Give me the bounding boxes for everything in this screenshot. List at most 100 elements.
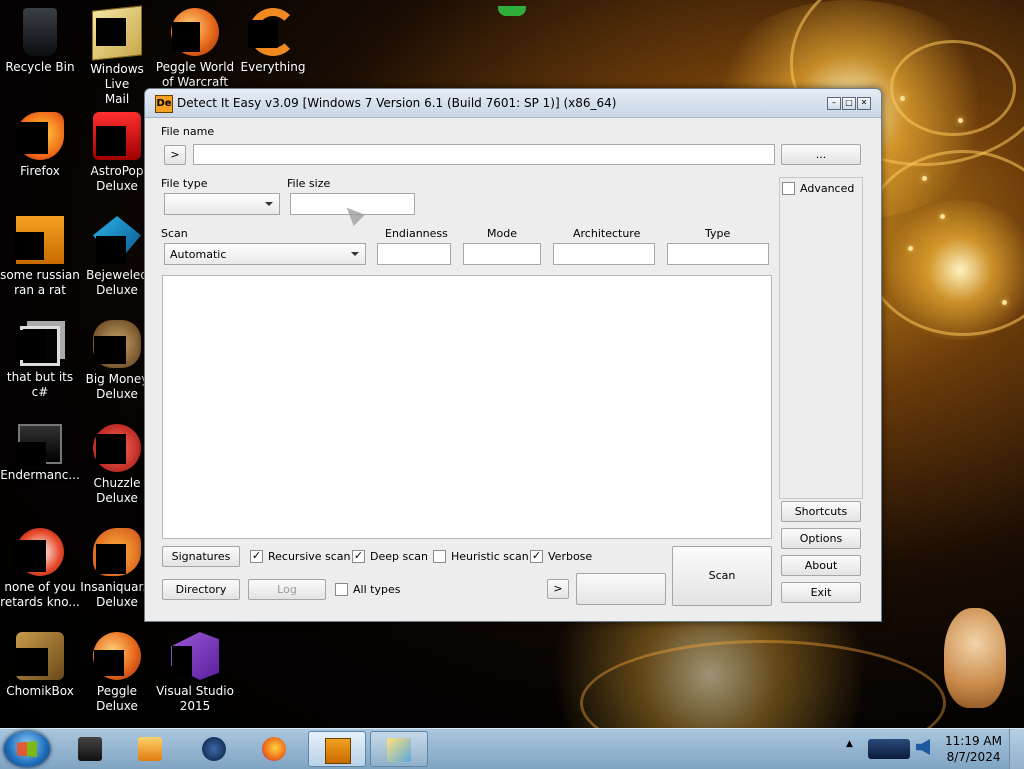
redaction: [16, 442, 46, 466]
mode-field: [463, 243, 541, 265]
architecture-field: [553, 243, 655, 265]
network-icon[interactable]: [868, 739, 910, 759]
window-title: Detect It Easy v3.09 [Windows 7 Version …: [177, 96, 617, 110]
redaction: [14, 232, 44, 260]
verbose-label: Verbose: [548, 550, 593, 563]
notepad-icon: [387, 738, 411, 762]
exit-button[interactable]: Exit: [781, 582, 861, 603]
shortcuts-button[interactable]: Shortcuts: [781, 501, 861, 522]
show-desktop-button[interactable]: [1009, 729, 1024, 769]
log-button[interactable]: Log: [248, 579, 326, 600]
redaction: [96, 434, 126, 464]
checkmark-icon: ✓: [352, 549, 365, 563]
firefox-icon: [262, 737, 286, 761]
desktop-icon-label: Recycle Bin: [5, 60, 75, 74]
redaction: [16, 122, 48, 154]
detect-it-easy-window: De Detect It Easy v3.09 [Windows 7 Versi…: [144, 88, 882, 622]
all-types-checkbox[interactable]: All types: [335, 583, 400, 596]
results-panel[interactable]: [162, 275, 772, 539]
desktop-icon-label: Endermanc...: [0, 468, 80, 482]
volume-icon[interactable]: [916, 739, 930, 755]
recursive-scan-label: Recursive scan: [268, 550, 351, 563]
file-size-label: File size: [287, 177, 331, 190]
redaction: [96, 236, 126, 264]
taskbar-item-computer[interactable]: [62, 731, 118, 767]
architecture-label: Architecture: [573, 227, 641, 240]
recursive-scan-checkbox[interactable]: ✓ Recursive scan: [250, 550, 351, 563]
verbose-checkbox[interactable]: ✓ Verbose: [530, 550, 592, 563]
clock-date: 8/7/2024: [946, 750, 1001, 764]
taskbar-item-media-player[interactable]: [122, 731, 178, 767]
redaction: [16, 330, 46, 360]
windows-logo-icon: [17, 741, 37, 757]
maximize-button[interactable]: □: [842, 97, 856, 110]
signatures-button[interactable]: Signatures: [162, 546, 240, 567]
close-button[interactable]: ✕: [857, 97, 871, 110]
desktop-icon-recycle-bin[interactable]: Recycle Bin: [0, 2, 80, 75]
redaction: [14, 540, 46, 572]
endianness-field: [377, 243, 451, 265]
desktop-icon-label: some russian ran a rat: [0, 268, 80, 297]
desktop-icon-label: ChomikBox: [6, 684, 74, 698]
type-label: Type: [705, 227, 731, 240]
file-type-select[interactable]: [164, 193, 280, 215]
redaction: [94, 650, 124, 676]
browse-button[interactable]: ...: [781, 144, 861, 165]
checkmark-icon: ✓: [250, 549, 263, 563]
options-button[interactable]: Options: [781, 528, 861, 549]
scan-mode-value: Automatic: [170, 248, 227, 261]
desktop-icon-label: Firefox: [20, 164, 60, 178]
advanced-panel: Advanced: [779, 177, 863, 499]
desktop-icon-label: Everything: [240, 60, 306, 74]
clock-time: 11:19 AM: [945, 734, 1002, 748]
heuristic-scan-checkbox[interactable]: Heuristic scan: [433, 550, 529, 563]
computer-icon: [78, 737, 102, 761]
checkmark-icon: ✓: [530, 549, 543, 563]
scan-label: Scan: [161, 227, 188, 240]
desktop-icon-visual-studio[interactable]: Visual Studio 2015: [155, 626, 235, 714]
media-player-icon: [138, 737, 162, 761]
window-controls: – □ ✕: [827, 97, 871, 110]
all-types-label: All types: [353, 583, 401, 596]
progress-field: [576, 573, 666, 605]
recycle-bin-icon: [23, 8, 57, 56]
checkbox-icon: [782, 182, 795, 195]
file-name-label: File name: [161, 125, 215, 138]
redaction: [96, 544, 126, 574]
file-name-input[interactable]: [193, 144, 775, 165]
deep-scan-label: Deep scan: [370, 550, 428, 563]
redaction: [96, 18, 126, 46]
scan-button[interactable]: Scan: [672, 546, 772, 606]
next-button[interactable]: >: [547, 579, 569, 599]
taskbar-item-firefox[interactable]: [246, 731, 302, 767]
clock[interactable]: 11:19 AM 8/7/2024: [945, 733, 1002, 765]
start-button[interactable]: [4, 731, 50, 767]
redaction: [172, 646, 192, 676]
redaction: [96, 126, 126, 156]
tray-overflow-arrow[interactable]: ▲: [846, 739, 853, 749]
detect-it-easy-icon: De: [155, 95, 173, 113]
minimize-button[interactable]: –: [827, 97, 841, 110]
indicator-dots: [498, 6, 526, 16]
taskbar-item-app[interactable]: [186, 731, 242, 767]
hamster-sticker: [944, 608, 1006, 708]
chevron-down-icon: [351, 252, 359, 256]
scan-mode-select[interactable]: Automatic: [164, 243, 366, 265]
deep-scan-checkbox[interactable]: ✓ Deep scan: [352, 550, 428, 563]
checkbox-icon: [433, 550, 446, 563]
title-bar[interactable]: De Detect It Easy v3.09 [Windows 7 Versi…: [145, 89, 881, 118]
taskbar-item-notepad[interactable]: [370, 731, 428, 767]
desktop-icon-label: Visual Studio 2015: [156, 684, 234, 713]
taskbar-item-detect-it-easy[interactable]: [308, 731, 366, 767]
desktop-icon-label: none of you retards kno...: [0, 580, 80, 609]
directory-button[interactable]: Directory: [162, 579, 240, 600]
checkbox-icon: [335, 583, 348, 596]
redaction: [14, 648, 48, 676]
recent-files-button[interactable]: >: [164, 145, 186, 165]
advanced-checkbox[interactable]: Advanced: [782, 182, 854, 195]
desktop-icon-label: Peggle Deluxe: [96, 684, 138, 713]
globe-icon: [202, 737, 226, 761]
mode-label: Mode: [487, 227, 517, 240]
about-button[interactable]: About: [781, 555, 861, 576]
detect-it-easy-icon: [325, 738, 351, 764]
